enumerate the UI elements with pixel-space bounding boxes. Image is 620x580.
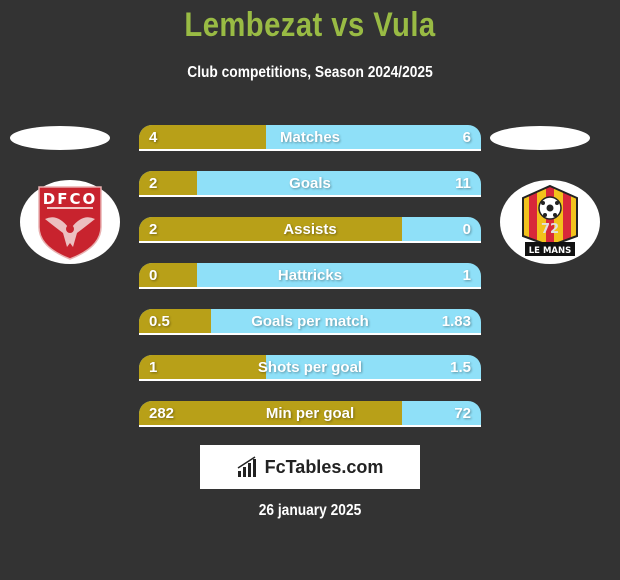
dfco-owl-crest-icon: DFCO	[38, 186, 102, 260]
right-value: 72	[454, 405, 471, 422]
right-value: 1.83	[441, 313, 471, 330]
stat-label: Goals per match	[251, 313, 369, 330]
page-title: Lembezat vs Vula	[184, 6, 436, 44]
stat-row-assists: Assists 2 0	[139, 217, 481, 243]
svg-text:DFCO: DFCO	[43, 190, 97, 208]
left-value: 2	[149, 175, 158, 192]
right-value: 6	[462, 129, 471, 146]
stat-row-shots-per-goal: Shots per goal 1 1.5	[139, 355, 481, 381]
stat-row-matches: Matches 4 6	[139, 125, 481, 151]
left-value: 282	[149, 405, 175, 422]
right-value: 0	[462, 221, 471, 238]
right-value: 1.5	[450, 359, 471, 376]
left-value: 0	[149, 267, 158, 284]
svg-text:72: 72	[541, 222, 559, 237]
page-subtitle: Club competitions, Season 2024/2025	[187, 64, 433, 81]
left-value: 1	[149, 359, 158, 376]
left-value: 0.5	[149, 313, 170, 330]
stat-row-goals-per-match: Goals per match 0.5 1.83	[139, 309, 481, 335]
left-team-name-placeholder	[10, 126, 110, 150]
stat-row-goals: Goals 2 11	[139, 171, 481, 197]
stat-label: Goals	[289, 175, 331, 192]
left-value: 2	[149, 221, 158, 238]
left-team-logo: DFCO	[20, 180, 120, 264]
svg-text:LE MANS: LE MANS	[529, 246, 571, 256]
right-value: 1	[462, 267, 471, 284]
right-team-name-placeholder	[490, 126, 590, 150]
stat-label: Hattricks	[277, 267, 343, 284]
date-label: 26 january 2025	[258, 502, 362, 519]
stat-row-min-per-goal: Min per goal 282 72	[139, 401, 481, 427]
brand-label: FcTables.com	[264, 456, 384, 477]
stat-row-hattricks: Hattricks 0 1	[139, 263, 481, 289]
le-mans-crest-icon: 72 LE MANS	[522, 184, 578, 256]
stat-label: Shots per goal	[257, 359, 363, 376]
stat-label: Min per goal	[265, 405, 355, 422]
fctables-brand[interactable]: FcTables.com	[200, 445, 420, 489]
stat-label: Matches	[279, 129, 341, 146]
bar-chart-icon	[237, 456, 256, 477]
stat-label: Assists	[283, 221, 337, 238]
left-value: 4	[149, 129, 158, 146]
right-value: 11	[455, 175, 471, 192]
right-team-logo: 72 LE MANS	[500, 180, 600, 264]
